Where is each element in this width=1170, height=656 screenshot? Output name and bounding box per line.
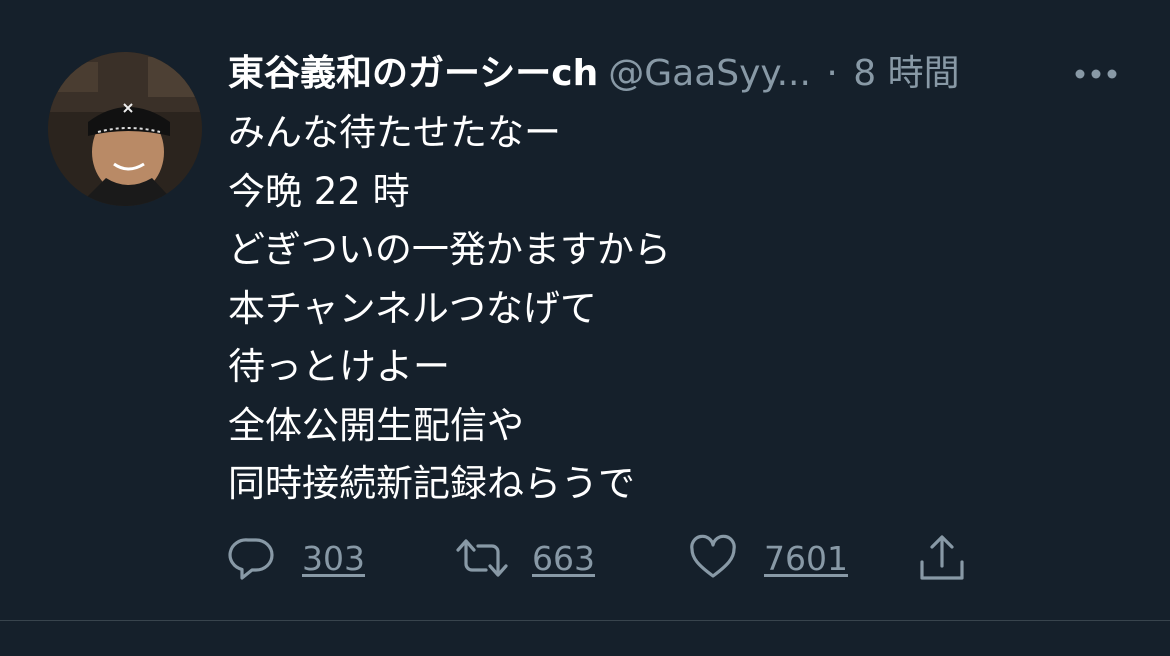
tweet-line: 待っとけよー [228, 345, 450, 388]
like-count: 7601 [764, 538, 848, 578]
share-button[interactable] [916, 528, 968, 588]
share-upload-icon [920, 535, 964, 580]
tweet-line: 全体公開生配信や [228, 403, 524, 447]
avatar-photo [48, 52, 202, 206]
retweet-button[interactable]: 663 [454, 528, 595, 588]
like-button[interactable]: 7601 [688, 528, 848, 588]
tweet-line: 今晩 22 時 [228, 169, 410, 213]
display-name[interactable]: 東谷義和のガーシーch [228, 53, 598, 94]
retweet-count: 663 [532, 538, 595, 578]
tweet-line: 同時接続新記録ねらうで [228, 462, 635, 505]
reply-button[interactable]: 303 [228, 528, 365, 588]
heart-icon [690, 534, 736, 578]
tweet-text: みんな待たせたなー 今晩 22 時 どぎついの一発かますから 本チャンネルつなげ… [228, 104, 1128, 514]
more-options-button[interactable] [1068, 50, 1124, 98]
reply-count: 303 [302, 538, 365, 578]
tweet-line: 本チャンネルつなげて [228, 286, 597, 330]
timestamp[interactable]: 8 時間 [853, 53, 959, 94]
ellipsis-icon [1075, 69, 1117, 79]
tweet-actions: 303 663 7601 [228, 528, 988, 588]
tweet[interactable]: 東谷義和のガーシーch @GaaSyy... · 8 時間 みんな待たせたなー 今… [0, 0, 1170, 620]
separator-dot: · [826, 53, 838, 94]
tweet-line: どぎついの一発かますから [228, 228, 671, 271]
tweet-header: 東谷義和のガーシーch @GaaSyy... · 8 時間 [228, 48, 1148, 100]
divider [0, 620, 1170, 621]
user-handle[interactable]: @GaaSyy... [608, 53, 811, 94]
retweet-arrows-icon [456, 539, 508, 577]
speech-bubble-icon [228, 538, 274, 580]
tweet-line: みんな待たせたなー [228, 111, 561, 154]
avatar[interactable] [48, 52, 202, 206]
